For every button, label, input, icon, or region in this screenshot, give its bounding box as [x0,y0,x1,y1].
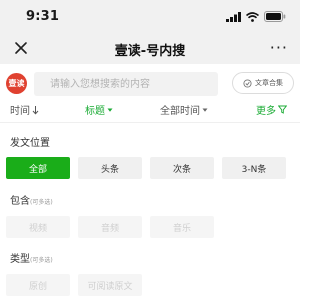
filter-panel: 发文位置 全部 头条 次条 3-N条 包含(可多选) 视频 音频 音乐 类型(可… [0,122,300,301]
sort-all-time[interactable]: 全部时间 [160,102,208,117]
type-option-original[interactable]: 原创 [6,274,70,296]
position-option-all[interactable]: 全部 [6,157,70,179]
include-section-title: 包含(可多选) [10,192,53,207]
arrow-down-icon [32,105,39,115]
more-options-icon[interactable]: ··· [270,40,288,56]
status-icons [226,11,286,22]
article-collection-button[interactable]: 文章合集 [232,72,294,94]
nav-bar: 壹读-号内搜 ··· [0,34,300,64]
battery-icon [264,11,286,22]
signal-icon [226,11,241,22]
sort-bar: 时间 标题 全部时间 更多 [0,100,300,120]
type-option-read-original[interactable]: 可阅读原文 [78,274,142,296]
account-logo: 壹读 [6,73,27,94]
search-input[interactable] [34,72,218,96]
position-option-second[interactable]: 次条 [150,157,214,179]
caret-down-icon [107,108,113,112]
position-section-title: 发文位置 [10,134,50,149]
position-option-3n[interactable]: 3-N条 [222,157,286,179]
caret-down-icon [202,108,208,112]
filter-icon [278,105,287,114]
status-time: 9:31 [26,9,60,24]
sort-more[interactable]: 更多 [256,102,287,117]
article-collection-label: 文章合集 [255,79,283,87]
status-bar: 9:31 [0,0,300,34]
collection-icon [243,78,252,88]
type-title: 类型 [10,254,30,265]
position-option-headline[interactable]: 头条 [78,157,142,179]
position-title: 发文位置 [10,138,50,149]
wifi-icon [246,11,259,22]
include-option-audio[interactable]: 音频 [78,216,142,238]
sort-more-label: 更多 [256,106,276,117]
include-option-video[interactable]: 视频 [6,216,70,238]
type-note: (可多选) [30,257,53,264]
sort-all-time-label: 全部时间 [160,106,200,117]
sort-title-label: 标题 [85,106,105,117]
sort-time[interactable]: 时间 [10,102,39,117]
sort-title[interactable]: 标题 [85,102,113,117]
include-option-music[interactable]: 音乐 [150,216,214,238]
include-title: 包含 [10,196,30,207]
include-note: (可多选) [30,199,53,206]
page-title: 壹读-号内搜 [114,44,186,59]
search-row: 壹读 文章合集 [0,68,300,100]
sort-time-label: 时间 [10,106,30,117]
type-section-title: 类型(可多选) [10,250,53,265]
